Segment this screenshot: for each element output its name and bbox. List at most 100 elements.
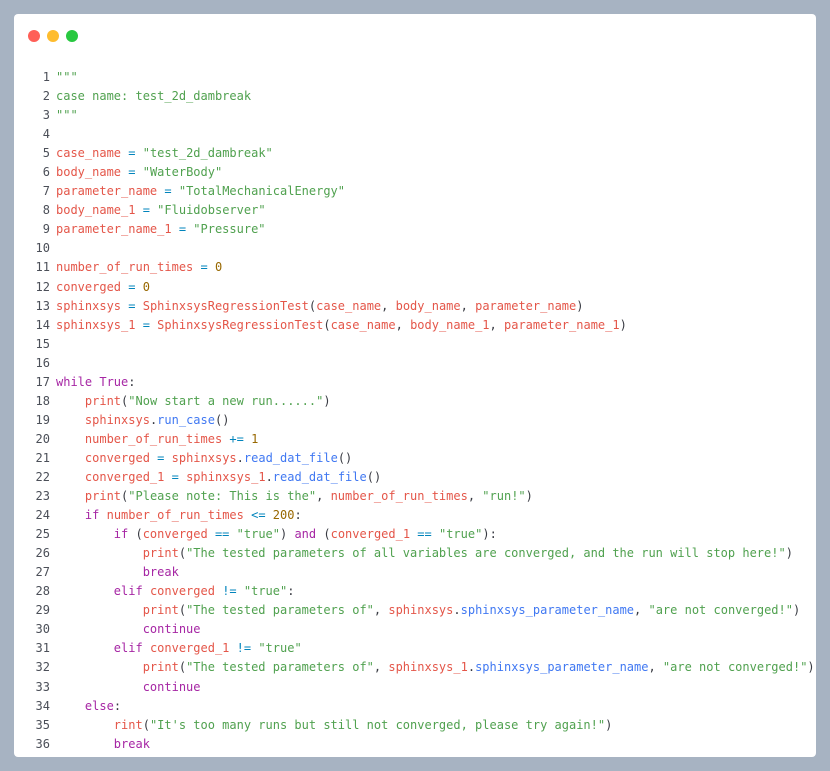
line-number: 25 bbox=[35, 527, 50, 542]
code-token: sphinxsys_1 bbox=[388, 660, 468, 675]
code-token: = bbox=[135, 317, 158, 332]
code-line: 19 sphinxsys.run_case() bbox=[14, 411, 816, 430]
code-token: : bbox=[128, 374, 136, 389]
code-line: 35 rint("It's too many runs but still no… bbox=[14, 716, 816, 735]
line-number: 14 bbox=[35, 317, 50, 332]
code-token: ) bbox=[807, 660, 815, 675]
code-line: 18 print("Now start a new run......") bbox=[14, 392, 816, 411]
code-token: ( bbox=[178, 603, 187, 618]
code-token: . bbox=[467, 660, 476, 675]
line-number: 2 bbox=[42, 89, 50, 104]
code-line: 14 sphinxsys_1 = SphinxsysRegressionTest(… bbox=[14, 316, 816, 335]
code-token: ( bbox=[323, 317, 331, 332]
code-token: converged_1 bbox=[330, 527, 411, 542]
code-token: ) bbox=[280, 527, 295, 542]
code-token: read_dat_file bbox=[272, 469, 367, 484]
line-number: 1 bbox=[42, 70, 50, 84]
line-number: 36 bbox=[35, 736, 50, 751]
code-block[interactable]: 1 """ 2 case name: test_2d_dambreak 3 """ 4 5 ca… bbox=[14, 68, 816, 754]
line-number: 10 bbox=[35, 241, 50, 256]
code-window: 1 """ 2 case name: test_2d_dambreak 3 """ 4 5 ca… bbox=[14, 14, 816, 757]
line-number: 15 bbox=[35, 336, 50, 351]
code-token: ): bbox=[482, 527, 497, 542]
line-number: 18 bbox=[35, 393, 50, 408]
line-number: 20 bbox=[35, 431, 50, 446]
code-line: 8 body_name_1 = "Fluidobserver" bbox=[14, 201, 816, 220]
code-line: 27 break bbox=[14, 563, 816, 582]
code-token: sphinxsys_1 bbox=[186, 469, 266, 484]
code-line: 30 continue bbox=[14, 620, 816, 639]
code-token: sphinxsys_1 bbox=[56, 317, 136, 332]
code-token: ) bbox=[785, 546, 793, 561]
code-token: SphinxsysRegressionTest bbox=[142, 298, 309, 313]
line-number: 31 bbox=[35, 641, 50, 656]
line-number: 19 bbox=[35, 412, 50, 427]
line-number: 3 bbox=[42, 108, 50, 123]
code-token: , bbox=[316, 489, 331, 504]
line-number: 30 bbox=[35, 622, 50, 637]
code-line: 21 converged = sphinxsys.read_dat_file() bbox=[14, 449, 816, 468]
code-token: 1 bbox=[251, 431, 259, 446]
code-token: == bbox=[410, 527, 439, 542]
code-token: != bbox=[214, 584, 244, 599]
code-line: 23 print("Please note: This is the", num… bbox=[14, 487, 816, 506]
code-token: "true" bbox=[258, 641, 302, 656]
code-token: case_name bbox=[316, 298, 382, 313]
code-token: body_name bbox=[56, 165, 122, 180]
code-line: 11 number_of_run_times = 0 bbox=[14, 258, 816, 277]
code-token: : bbox=[113, 698, 122, 713]
code-token: "test_2d_dambreak" bbox=[142, 146, 273, 161]
code-token: if bbox=[113, 527, 129, 542]
code-line: 6 body_name = "WaterBody" bbox=[14, 163, 816, 182]
code-token: while bbox=[56, 374, 93, 389]
code-token: body_name_1 bbox=[410, 317, 490, 332]
code-line: 4 bbox=[14, 125, 816, 144]
minimize-window-button[interactable] bbox=[47, 30, 59, 42]
code-token: "Please note: This is the" bbox=[128, 489, 317, 504]
code-token: continue bbox=[142, 622, 201, 637]
line-number: 22 bbox=[35, 469, 50, 484]
line-number: 27 bbox=[35, 565, 50, 580]
code-token: ( bbox=[142, 717, 150, 732]
code-token: ) bbox=[619, 317, 627, 332]
code-token: = bbox=[193, 260, 215, 275]
code-token: , bbox=[634, 603, 649, 618]
code-token: parameter_name_1 bbox=[504, 317, 620, 332]
line-number: 8 bbox=[42, 203, 50, 218]
code-line: 1 """ bbox=[14, 68, 816, 87]
code-token: print bbox=[142, 546, 179, 561]
code-token: if bbox=[84, 508, 100, 523]
code-token: number_of_run_times bbox=[56, 260, 194, 275]
code-line: 34 else: bbox=[14, 697, 816, 716]
code-token: += bbox=[222, 431, 252, 446]
code-token: number_of_run_times bbox=[330, 489, 468, 504]
code-token: != bbox=[229, 641, 259, 656]
maximize-window-button[interactable] bbox=[66, 30, 78, 42]
code-token: == bbox=[207, 527, 237, 542]
code-token: () bbox=[214, 412, 230, 427]
code-line: 36 break bbox=[14, 735, 816, 754]
code-token: , bbox=[648, 660, 663, 675]
close-window-button[interactable] bbox=[28, 30, 40, 42]
line-number: 12 bbox=[35, 279, 50, 294]
line-number: 7 bbox=[42, 184, 50, 199]
code-line: 33 continue bbox=[14, 678, 816, 697]
code-line: 29 print("The tested parameters of", sph… bbox=[14, 601, 816, 620]
code-token: , bbox=[395, 317, 411, 332]
line-number: 28 bbox=[35, 584, 50, 599]
line-number: 23 bbox=[35, 489, 50, 504]
code-line: 7 parameter_name = "TotalMechanicalEnergy… bbox=[14, 182, 816, 201]
line-number: 17 bbox=[35, 374, 50, 389]
code-token: sphinxsys bbox=[171, 450, 237, 465]
code-token: read_dat_file bbox=[243, 450, 338, 465]
code-token: . bbox=[265, 469, 273, 484]
